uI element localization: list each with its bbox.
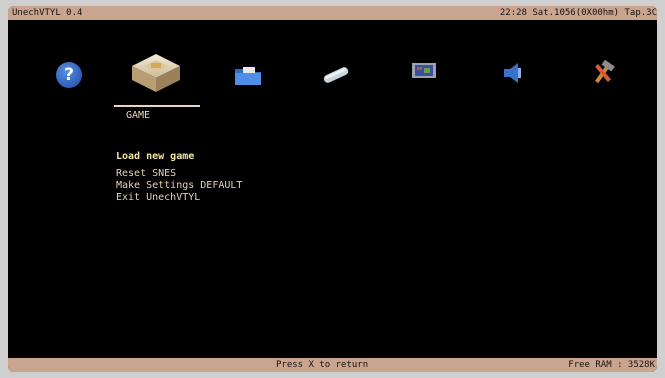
- free-ram-readout: Free RAM : 3528K: [568, 360, 655, 370]
- game-menu: Load new game Reset SNES Make Settings D…: [116, 151, 242, 204]
- tools-icon[interactable]: [588, 58, 618, 88]
- speaker-icon[interactable]: [500, 60, 526, 86]
- top-status-bar: UnechVTYL 0.4 22:28 Sat.1056(0X00hm) Tap…: [8, 6, 657, 20]
- return-hint: Press X to return: [276, 360, 369, 370]
- folder-icon[interactable]: [233, 64, 263, 86]
- device-frame: UnechVTYL 0.4 22:28 Sat.1056(0X00hm) Tap…: [0, 0, 665, 378]
- emulator-screen: UnechVTYL 0.4 22:28 Sat.1056(0X00hm) Tap…: [8, 6, 657, 372]
- help-icon[interactable]: ?: [56, 62, 82, 88]
- menu-item-load-new-game[interactable]: Load new game: [116, 151, 242, 163]
- game-icon[interactable]: [124, 48, 188, 98]
- bottom-status-bar: Press X to return Free RAM : 3528K: [8, 358, 657, 372]
- menu-item-reset-snes[interactable]: Reset SNES: [116, 168, 242, 180]
- active-tab-label: GAME: [126, 110, 151, 121]
- monitor-icon[interactable]: [411, 62, 437, 82]
- category-icon-row: ?: [8, 48, 657, 118]
- status-readout: 22:28 Sat.1056(0X00hm) Tap.3C: [499, 8, 657, 18]
- tube-icon[interactable]: [320, 66, 352, 84]
- active-tab-indicator: [114, 105, 200, 107]
- app-title: UnechVTYL 0.4: [12, 8, 83, 18]
- menu-item-exit[interactable]: Exit UnechVTYL: [116, 192, 242, 204]
- menu-item-make-settings-default[interactable]: Make Settings DEFAULT: [116, 180, 242, 192]
